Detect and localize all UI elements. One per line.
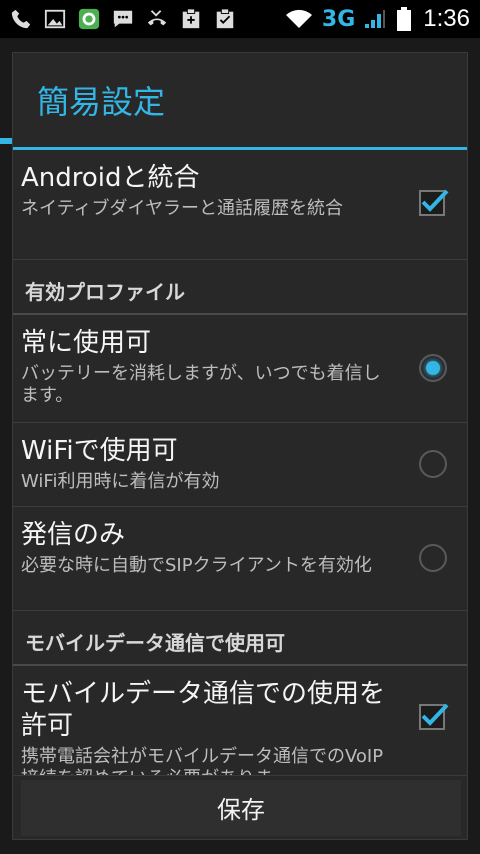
save-button[interactable]: 保存 [21,779,461,836]
section-active-profile: 有効プロファイル [13,260,467,315]
setting-subtitle: ネイティブダイヤラーと通話履歴を統合 [21,198,344,219]
checkmark-icon [421,189,449,212]
status-bar: 3G 1:36 [0,0,480,38]
checkmark-icon [421,703,449,726]
setting-subtitle: バッテリーを消耗しますが、いつでも着信します。 [21,363,381,406]
setting-title: 常に使用可 [21,328,152,358]
setting-title: Androidと統合 [21,163,200,193]
network-type: 3G [321,6,356,32]
quick-settings-dialog: 簡易設定 Androidと統合 ネイティブダイヤラーと通話履歴を統合 有効プロフ… [12,52,468,840]
section-mobile-data: モバイルデータ通信で使用可 [13,611,467,666]
setting-wifi-available[interactable]: WiFiで使用可 WiFi利用時に着信が有効 [13,423,467,507]
signal-icon [363,8,386,30]
notification-icons [10,8,236,30]
setting-always-available[interactable]: 常に使用可 バッテリーを消耗しますが、いつでも着信します。 [13,315,467,423]
wifi-available-radio[interactable] [419,449,449,480]
setting-allow-mobile-data[interactable]: モバイルデータ通信での使用を許可 携帯電話会社がモバイルデータ通信でのVoIP接… [13,666,467,778]
allow-mobile-data-checkbox[interactable] [419,703,449,734]
setting-title: モバイルデータ通信での使用を許可 [21,679,386,741]
radio-button[interactable] [419,543,447,572]
checkbox[interactable] [419,703,449,730]
radio-button[interactable] [419,449,447,478]
setting-android-integration[interactable]: Androidと統合 ネイティブダイヤラーと通話履歴を統合 [13,150,467,260]
dialog-title: 簡易設定 [37,83,166,121]
always-available-radio[interactable] [419,353,449,384]
image-icon [44,8,66,30]
clipboard-icon [180,8,202,30]
dialog-footer: 保存 [13,775,467,839]
phone-icon [10,8,32,30]
android-integration-checkbox[interactable] [419,189,449,220]
battery-icon [393,7,415,31]
clipboard-check-icon [214,8,236,30]
wifi-icon [284,8,314,30]
setting-title: WiFiで使用可 [21,436,178,466]
outgoing-only-radio[interactable] [419,543,449,574]
setting-subtitle: 携帯電話会社がモバイルデータ通信でのVoIP接続を認めている必要がありま [21,746,384,778]
radio-button-selected[interactable] [419,353,447,382]
clock: 1:36 [423,5,470,32]
checkbox[interactable] [419,189,449,216]
chat-icon [112,8,134,30]
whatsapp-like-icon [78,8,100,30]
setting-subtitle: 必要な時に自動でSIPクライアントを有効化 [21,555,372,576]
setting-subtitle: WiFi利用時に着信が有効 [21,471,220,492]
system-icons: 3G 1:36 [284,5,470,33]
missed-call-icon [146,8,168,30]
setting-title: 発信のみ [21,520,126,550]
settings-list[interactable]: Androidと統合 ネイティブダイヤラーと通話履歴を統合 有効プロファイル 常… [13,150,467,778]
setting-outgoing-only[interactable]: 発信のみ 必要な時に自動でSIPクライアントを有効化 [13,507,467,611]
background-accent [0,138,12,144]
